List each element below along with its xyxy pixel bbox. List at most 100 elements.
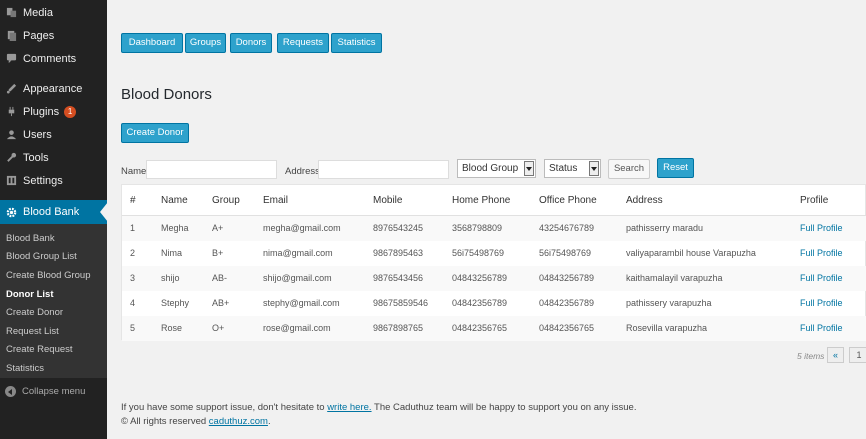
collapse-menu-button[interactable]: Collapse menu bbox=[0, 386, 85, 397]
tools-icon bbox=[5, 152, 17, 164]
table-cell: 04842356765 bbox=[452, 323, 508, 333]
first-page-button[interactable]: « bbox=[827, 347, 844, 363]
menu-label: Plugins bbox=[23, 105, 60, 118]
table-cell: 43254676789 bbox=[539, 223, 595, 233]
menu-item-tools[interactable]: Tools bbox=[0, 146, 107, 169]
table-cell: 04843256789 bbox=[539, 273, 595, 283]
full-profile-link[interactable]: Full Profile bbox=[800, 223, 843, 233]
table-cell: rose@gmail.com bbox=[263, 323, 331, 333]
table-cell: O+ bbox=[212, 323, 225, 333]
table-cell: 04842356789 bbox=[539, 298, 595, 308]
admin-sidebar: Media Pages Comments Appearance Plugins … bbox=[0, 0, 108, 439]
table-cell: Stephy bbox=[161, 298, 190, 308]
table-cell: pathissery varapuzha bbox=[626, 298, 712, 308]
menu-item-users[interactable]: Users bbox=[0, 123, 107, 146]
menu-label: Appearance bbox=[23, 82, 83, 95]
submenu-donor-list[interactable]: Donor List bbox=[6, 289, 54, 300]
search-button[interactable]: Search bbox=[608, 159, 650, 179]
column-header[interactable]: Name bbox=[161, 195, 188, 206]
menu-item-media[interactable]: Media bbox=[0, 1, 107, 24]
menu-item-appearance[interactable]: Appearance bbox=[0, 77, 107, 100]
tab-groups[interactable]: Groups bbox=[185, 33, 226, 53]
main-content: Dashboard Groups Donors Requests Statist… bbox=[107, 0, 866, 439]
table-cell: stephy@gmail.com bbox=[263, 298, 340, 308]
submenu-request-list[interactable]: Request List bbox=[6, 326, 59, 337]
reset-button[interactable]: Reset bbox=[657, 158, 694, 178]
table-cell: Rosevilla varapuzha bbox=[626, 323, 708, 333]
create-donor-button[interactable]: Create Donor bbox=[121, 123, 189, 143]
table-cell: 4 bbox=[130, 298, 136, 308]
copyright-pre: © All rights reserved bbox=[121, 416, 209, 427]
table-cell: pathisserry maradu bbox=[626, 223, 704, 233]
column-header[interactable]: Profile bbox=[800, 195, 828, 206]
blood-bank-submenu: Blood Bank Blood Group List Create Blood… bbox=[0, 224, 107, 378]
submenu-create-request[interactable]: Create Request bbox=[6, 344, 73, 355]
table-cell: 8976543245 bbox=[373, 223, 424, 233]
table-cell: 2 bbox=[130, 248, 136, 258]
column-header[interactable]: Email bbox=[263, 195, 288, 206]
tab-donors[interactable]: Donors bbox=[230, 33, 272, 53]
table-cell: 04843256789 bbox=[452, 273, 508, 283]
menu-item-comments[interactable]: Comments bbox=[0, 47, 107, 70]
table-cell: 04842356765 bbox=[539, 323, 595, 333]
support-text-post: The Caduthuz team will be happy to suppo… bbox=[371, 402, 637, 413]
name-filter-input[interactable] bbox=[146, 160, 277, 179]
column-header[interactable]: Mobile bbox=[373, 195, 402, 206]
table-cell: 56i75498769 bbox=[452, 248, 505, 258]
support-text-pre: If you have some support issue, don't he… bbox=[121, 402, 328, 413]
full-profile-link[interactable]: Full Profile bbox=[800, 298, 843, 308]
table-cell: Nima bbox=[161, 248, 183, 258]
blood-group-select[interactable]: Blood Group bbox=[457, 159, 536, 178]
status-select[interactable]: Status bbox=[544, 159, 601, 178]
current-page-input[interactable]: 1 bbox=[849, 347, 866, 363]
pages-icon bbox=[5, 30, 17, 42]
collapse-label: Collapse menu bbox=[22, 386, 86, 397]
tab-statistics[interactable]: Statistics bbox=[331, 33, 382, 53]
table-row: 1 Megha A+ megha@gmail.com 8976543245 35… bbox=[122, 216, 866, 241]
full-profile-link[interactable]: Full Profile bbox=[800, 323, 843, 333]
submenu-blood-group-list[interactable]: Blood Group List bbox=[6, 251, 77, 262]
table-cell: 04842356789 bbox=[452, 298, 508, 308]
submenu-create-donor[interactable]: Create Donor bbox=[6, 307, 63, 318]
menu-item-plugins[interactable]: Plugins 1 bbox=[0, 100, 107, 123]
table-cell: 5 bbox=[130, 323, 136, 333]
table-row: 2 Nima B+ nima@gmail.com 9867895463 56i7… bbox=[122, 241, 866, 266]
table-cell: 3 bbox=[130, 273, 136, 283]
status-select-value: Status bbox=[549, 163, 578, 174]
table-cell: 1 bbox=[130, 223, 136, 233]
table-cell: 9867895463 bbox=[373, 248, 424, 258]
address-filter-input[interactable] bbox=[318, 160, 449, 179]
column-header[interactable]: Address bbox=[626, 195, 663, 206]
column-header[interactable]: Office Phone bbox=[539, 195, 597, 206]
menu-item-pages[interactable]: Pages bbox=[0, 24, 107, 47]
column-header[interactable]: Group bbox=[212, 195, 240, 206]
table-cell: Rose bbox=[161, 323, 183, 333]
caduthuz-link[interactable]: caduthuz.com bbox=[209, 416, 268, 427]
table-row: 5 Rose O+ rose@gmail.com 9867898765 0484… bbox=[122, 316, 866, 341]
tab-requests[interactable]: Requests bbox=[277, 33, 329, 53]
table-row: 4 Stephy AB+ stephy@gmail.com 9867585954… bbox=[122, 291, 866, 316]
table-cell: 9876543456 bbox=[373, 273, 424, 283]
users-icon bbox=[5, 129, 17, 141]
submenu-blood-bank[interactable]: Blood Bank bbox=[6, 233, 55, 244]
tab-dashboard[interactable]: Dashboard bbox=[121, 33, 183, 53]
table-cell: AB- bbox=[212, 273, 228, 283]
full-profile-link[interactable]: Full Profile bbox=[800, 273, 843, 283]
full-profile-link[interactable]: Full Profile bbox=[800, 248, 843, 258]
menu-item-blood-bank[interactable]: Blood Bank bbox=[0, 200, 107, 224]
column-header[interactable]: # bbox=[130, 195, 136, 206]
comments-icon bbox=[5, 53, 17, 65]
copyright-post: . bbox=[267, 416, 271, 427]
plugins-icon bbox=[5, 106, 17, 118]
column-header[interactable]: Home Phone bbox=[452, 195, 510, 206]
media-icon bbox=[5, 7, 17, 19]
submenu-statistics[interactable]: Statistics bbox=[6, 363, 44, 374]
menu-item-settings[interactable]: Settings bbox=[0, 169, 107, 192]
table-cell: shijo@gmail.com bbox=[263, 273, 332, 283]
menu-label: Tools bbox=[23, 151, 49, 164]
write-here-link[interactable]: write here. bbox=[327, 402, 371, 413]
table-cell: 9867898765 bbox=[373, 323, 424, 333]
blood-group-select-value: Blood Group bbox=[462, 163, 519, 174]
page-title: Blood Donors bbox=[121, 86, 212, 103]
submenu-create-blood-group[interactable]: Create Blood Group bbox=[6, 270, 91, 281]
